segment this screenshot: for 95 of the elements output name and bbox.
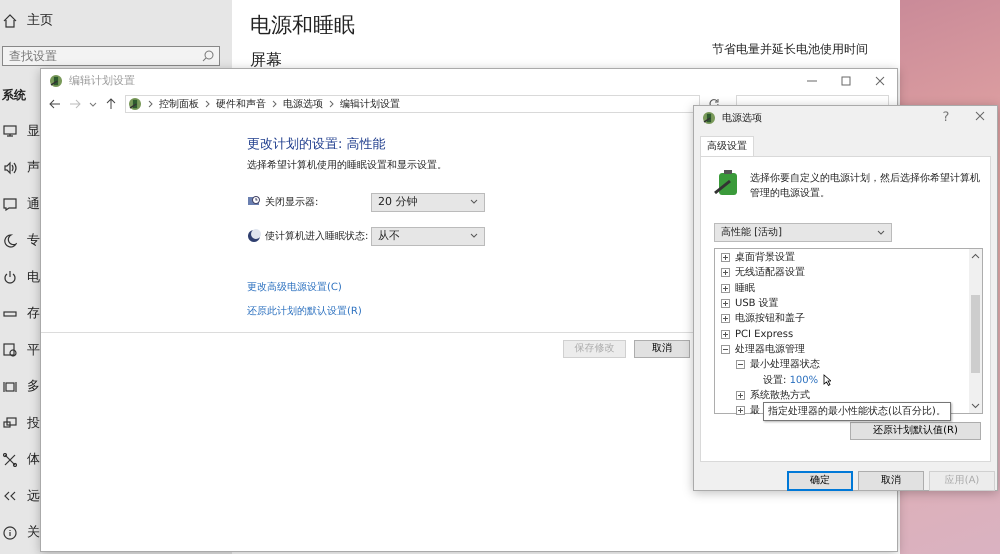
breadcrumb-link[interactable]: 硬件和声音 [216,96,266,112]
tablet-icon [3,343,17,358]
expand-toggle[interactable] [736,406,745,416]
search-icon [202,50,214,62]
dropdown[interactable]: 20 分钟 [371,192,485,212]
tree-item[interactable]: 最小处理器状态 [750,357,820,372]
power-icon [3,270,17,284]
page-title: 电源和睡眠 [250,12,356,39]
expand-toggle[interactable] [721,299,730,308]
setting-value[interactable]: 设置: 100% [763,372,818,388]
sidebar-item[interactable]: 通 [27,194,40,214]
dropdown[interactable]: 从不 [371,226,485,246]
expand-toggle[interactable] [721,284,730,293]
setting-label: 使计算机进入睡眠状态: [265,230,370,244]
link[interactable]: 还原此计划的默认设置(R) [247,304,362,318]
address-bar[interactable]: 控制面板 硬件和声音 电源选项 编辑计划设置 [125,95,700,113]
sidebar-item[interactable]: 多 [27,377,40,396]
tree-item[interactable]: 无线适配器设置 [735,265,805,280]
tree-item[interactable]: 睡眠 [735,280,755,296]
search-field[interactable]: 查找设置 [2,46,220,66]
power-plan-icon [49,74,63,88]
power-options-icon [702,111,716,125]
tree-item[interactable]: 桌面背景设置 [735,250,795,266]
sidebar-item[interactable]: 声 [27,158,40,178]
section-heading: 系统 [2,87,26,104]
sidebar-item[interactable]: 远 [27,486,40,506]
multitask-icon [3,380,17,394]
tooltip: 指定处理器的最小性能状态(以百分比)。 [763,402,951,421]
home-icon [3,14,17,28]
maximize-button[interactable] [841,76,851,86]
sidebar-item[interactable]: 电 [27,268,40,287]
tree-item[interactable]: PCI Express [735,326,794,342]
plan-dropdown[interactable]: 高性能 [活动] [714,223,892,242]
chevron-icon [329,100,334,108]
chevron-icon [148,100,153,108]
side-note: 节省电量并延长电池使用时间 [712,40,868,58]
caret-icon [470,233,478,239]
close-button[interactable] [875,76,885,86]
sidebar-item[interactable]: 专 [27,231,40,250]
collapse-toggle[interactable] [721,344,730,354]
help-button[interactable]: ? [929,108,963,128]
cross-arrows-icon [3,452,17,467]
tree-item[interactable]: 最 [750,403,760,418]
tree-item[interactable]: 处理器电源管理 [735,342,805,357]
breadcrumb-link[interactable]: 编辑计划设置 [340,96,400,112]
display-icon [3,124,17,138]
up-arrow-icon[interactable] [105,98,117,110]
sidebar-item[interactable]: 体 [27,450,40,470]
projector-icon [3,416,17,430]
page-heading: 更改计划的设置: 高性能 [247,136,386,154]
control-panel-icon [128,97,142,111]
expand-toggle[interactable] [721,268,730,278]
window-title: 编辑计划设置 [69,72,135,89]
cancel-button[interactable]: 取消 [634,340,690,358]
caret-icon [877,230,885,236]
intro-text: 选择你要自定义的电源计划，然后选择你希望计算机管理的电源设置。 [750,172,981,201]
link[interactable]: 更改高级电源设置(C) [247,280,342,294]
back-arrow-icon[interactable] [49,98,61,110]
moon-icon [247,229,261,243]
sidebar-item[interactable]: 平 [27,340,40,360]
ok-button[interactable]: 确定 [787,471,853,491]
scroll-down-icon[interactable] [971,403,980,409]
sidebar-item[interactable]: 关 [27,523,40,542]
restore-defaults-button[interactable]: 还原计划默认值(R) [850,422,981,440]
chevron-icon [205,100,210,108]
message-icon [3,197,17,212]
cancel-button[interactable]: 取消 [858,471,924,491]
speaker-icon [3,160,17,175]
expand-toggle[interactable] [721,314,730,324]
sidebar-item[interactable]: 投 [27,414,40,433]
expand-toggle[interactable] [721,330,730,339]
setting-label: 关闭显示器: [265,196,320,210]
moon-icon [3,234,17,248]
tree-item[interactable]: 电源按钮和盖子 [735,311,805,326]
expand-toggle[interactable] [736,390,745,400]
scrollbar[interactable] [969,249,982,413]
collapse-toggle[interactable] [736,360,745,370]
mouse-cursor-icon [823,374,832,386]
close-button[interactable] [975,111,985,122]
tree-item[interactable]: USB 设置 [735,296,779,312]
description-text: 选择希望计算机使用的睡眠设置和显示设置。 [247,158,447,172]
sidebar-item[interactable]: 存 [27,304,40,324]
tree-item[interactable]: 系统散热方式 [750,388,810,403]
breadcrumb-link[interactable]: 控制面板 [159,96,199,112]
chevron-icon [272,100,277,108]
window-title: 电源选项 [722,112,762,126]
tab[interactable]: 高级设置 [700,136,754,156]
breadcrumb-link[interactable]: 电源选项 [283,96,323,112]
caret-icon [470,199,478,205]
info-icon [3,526,17,540]
home-link[interactable]: 主页 [27,11,53,31]
sidebar-item[interactable]: 显 [27,122,40,141]
scroll-up-icon[interactable] [971,253,980,259]
expand-toggle[interactable] [721,253,730,262]
section-heading: 屏幕 [250,48,282,70]
